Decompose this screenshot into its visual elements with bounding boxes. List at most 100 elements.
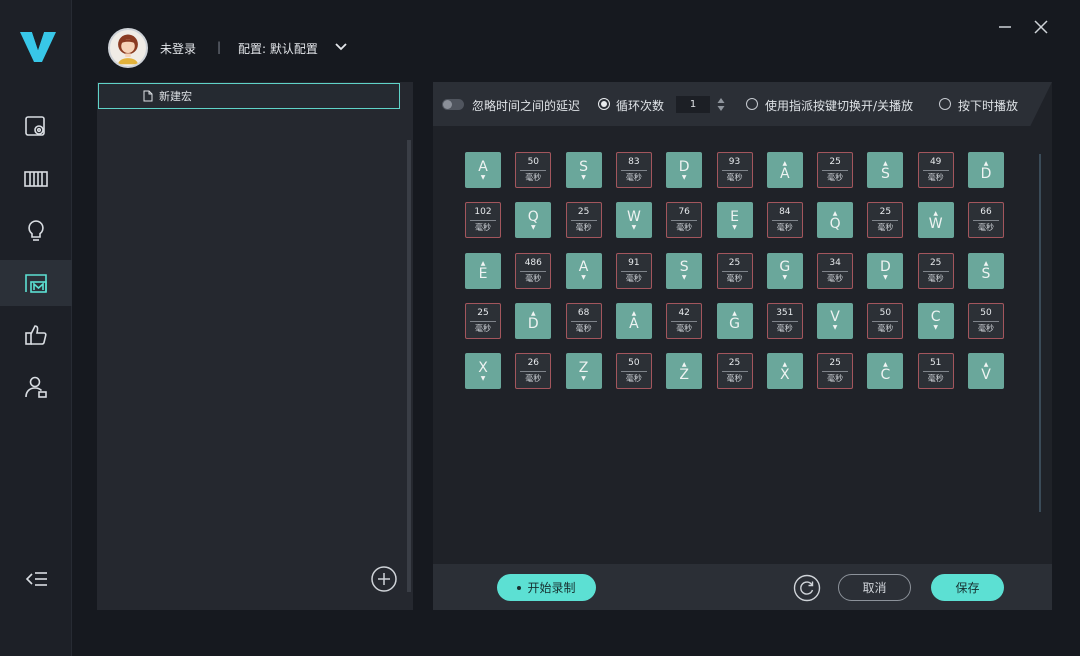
key-action-s-down[interactable]: S ▼: [666, 252, 703, 289]
delay-divider: [671, 220, 698, 222]
nav-item-lighting[interactable]: [0, 208, 72, 254]
delay-value: 51: [929, 358, 942, 369]
collapse-menu-icon[interactable]: [24, 566, 50, 592]
reset-icon[interactable]: [793, 574, 821, 602]
chevron-down-icon[interactable]: [334, 40, 348, 54]
key-action-d-down[interactable]: D ▼: [867, 252, 904, 289]
key-action-s-up[interactable]: ▲ S: [968, 252, 1004, 289]
key-action-q-down[interactable]: Q ▼: [515, 202, 552, 239]
key-action-q-up[interactable]: ▲ Q: [817, 202, 854, 239]
key-down-arrow-icon: ▼: [681, 274, 687, 282]
hold-play-radio[interactable]: [939, 98, 951, 110]
delay-unit: 毫秒: [827, 374, 844, 384]
spinner-arrows-icon[interactable]: [716, 96, 726, 113]
delay-step[interactable]: 42 毫秒: [666, 302, 703, 339]
delay-value: 83: [628, 157, 640, 167]
key-action-x-up[interactable]: ▲ X: [766, 353, 803, 390]
add-macro-icon[interactable]: [370, 565, 398, 593]
delay-unit: 毫秒: [726, 374, 743, 384]
delay-step[interactable]: 486 毫秒: [515, 252, 552, 289]
delay-step[interactable]: 26 毫秒: [515, 353, 552, 390]
delay-step[interactable]: 25 毫秒: [565, 202, 602, 239]
login-status[interactable]: 未登录: [160, 40, 196, 57]
delay-value: 25: [829, 157, 841, 167]
minimize-icon[interactable]: [996, 18, 1014, 36]
key-label: E: [478, 266, 488, 283]
key-action-v-down[interactable]: V ▼: [817, 302, 854, 339]
key-action-e-down[interactable]: E ▼: [716, 202, 753, 239]
top-separator: |: [217, 40, 222, 54]
delay-divider: [822, 371, 849, 373]
delay-value: 50: [527, 157, 540, 167]
delay-value: 76: [678, 207, 690, 218]
cancel-button[interactable]: 取消: [838, 574, 911, 601]
nav-item-account[interactable]: [0, 364, 72, 410]
save-button[interactable]: 保存: [931, 574, 1004, 601]
delay-step[interactable]: 51 毫秒: [917, 353, 954, 390]
key-action-w-down[interactable]: W ▼: [615, 202, 652, 239]
key-action-e-up[interactable]: ▲ E: [465, 252, 501, 289]
key-action-a-up[interactable]: ▲ A: [615, 302, 652, 339]
key-action-x-down[interactable]: X ▼: [465, 353, 501, 390]
toggle-key-radio[interactable]: [746, 98, 758, 110]
delay-step[interactable]: 25 毫秒: [867, 202, 904, 239]
key-action-d-down[interactable]: D ▼: [666, 152, 703, 188]
delay-step[interactable]: 93 毫秒: [716, 152, 753, 188]
key-action-z-down[interactable]: Z ▼: [565, 353, 602, 390]
nav-item-like[interactable]: [0, 312, 72, 358]
nav-item-settings[interactable]: [0, 104, 72, 150]
delay-step[interactable]: 50 毫秒: [515, 152, 552, 188]
avatar[interactable]: [108, 28, 148, 68]
key-action-g-down[interactable]: G ▼: [766, 252, 803, 289]
key-action-d-up[interactable]: ▲ D: [515, 302, 552, 339]
delay-step[interactable]: 76 毫秒: [666, 202, 703, 239]
delay-step[interactable]: 25 毫秒: [465, 302, 501, 339]
key-action-z-up[interactable]: ▲ Z: [666, 353, 703, 390]
key-action-w-up[interactable]: ▲ W: [917, 202, 954, 239]
ignore-delay-toggle[interactable]: [442, 99, 464, 110]
delay-step[interactable]: 25 毫秒: [817, 353, 854, 390]
macro-list-item[interactable]: 新建宏: [98, 83, 400, 109]
delay-step[interactable]: 25 毫秒: [917, 252, 954, 289]
config-selector-label[interactable]: 配置: 默认配置: [238, 40, 318, 57]
delay-step[interactable]: 351 毫秒: [766, 302, 803, 339]
key-action-d-up[interactable]: ▲ D: [968, 152, 1004, 188]
start-record-button[interactable]: 开始录制: [497, 574, 596, 601]
key-action-a-down[interactable]: A ▼: [465, 152, 501, 188]
key-action-a-up[interactable]: ▲ A: [766, 152, 803, 188]
delay-step[interactable]: 91 毫秒: [615, 252, 652, 289]
delay-step[interactable]: 50 毫秒: [615, 353, 652, 390]
delay-step[interactable]: 68 毫秒: [565, 302, 602, 339]
delay-divider: [671, 320, 698, 322]
delay-step[interactable]: 49 毫秒: [917, 152, 954, 188]
delay-divider: [721, 170, 748, 171]
loop-count-input[interactable]: 1: [676, 96, 710, 113]
delay-step[interactable]: 25 毫秒: [716, 353, 753, 390]
key-action-a-down[interactable]: A ▼: [565, 252, 602, 289]
delay-step[interactable]: 50 毫秒: [867, 302, 904, 339]
key-action-c-up[interactable]: ▲ C: [867, 353, 904, 390]
nav-item-keyboard[interactable]: [0, 156, 72, 202]
delay-step[interactable]: 25 毫秒: [817, 152, 854, 188]
delay-unit: 毫秒: [927, 173, 944, 182]
key-action-g-up[interactable]: ▲ G: [716, 302, 753, 339]
delay-divider: [620, 371, 647, 373]
delay-step[interactable]: 102 毫秒: [465, 202, 501, 239]
top-bar: 未登录 | 配置: 默认配置: [72, 0, 1080, 80]
nav-item-macro[interactable]: [0, 260, 72, 306]
close-icon[interactable]: [1032, 18, 1050, 36]
key-action-s-up[interactable]: ▲ S: [867, 152, 904, 188]
delay-step[interactable]: 84 毫秒: [766, 202, 803, 239]
delay-step[interactable]: 83 毫秒: [615, 152, 652, 188]
delay-step[interactable]: 25 毫秒: [716, 252, 753, 289]
key-action-s-down[interactable]: S ▼: [565, 152, 602, 188]
key-action-c-down[interactable]: C ▼: [917, 302, 954, 339]
loop-count-radio[interactable]: [598, 98, 610, 110]
delay-step[interactable]: 34 毫秒: [817, 252, 854, 289]
key-action-v-up[interactable]: ▲ V: [968, 353, 1004, 390]
delay-step[interactable]: 50 毫秒: [968, 302, 1004, 339]
key-down-arrow-icon: ▼: [933, 324, 938, 332]
macro-list-scrollbar[interactable]: [407, 140, 411, 592]
delay-step[interactable]: 66 毫秒: [968, 202, 1004, 239]
macro-step-scrollbar[interactable]: [1039, 154, 1041, 512]
